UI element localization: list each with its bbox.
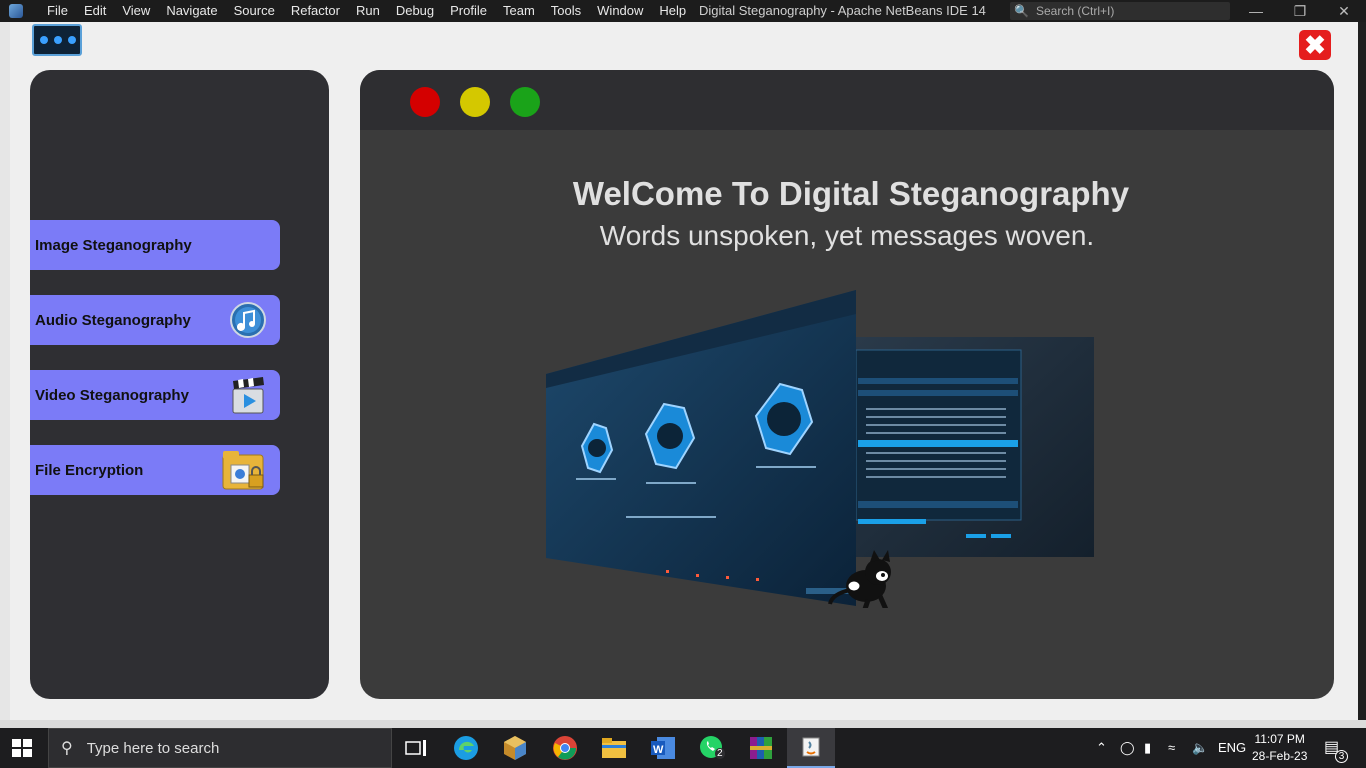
minimize-icon[interactable]: — bbox=[1234, 0, 1278, 22]
welcome-subheading: Words unspoken, yet messages woven. bbox=[599, 220, 1095, 251]
notifications-icon[interactable]: ▤ bbox=[1324, 728, 1339, 768]
clapperboard-icon bbox=[228, 375, 268, 415]
tray-chevron-icon[interactable]: ⌃ bbox=[1096, 728, 1107, 768]
red-dot-button[interactable] bbox=[410, 87, 440, 117]
restore-icon[interactable]: ❐ bbox=[1278, 0, 1322, 22]
taskbar-search-input[interactable]: ⚲ Type here to search bbox=[48, 728, 392, 768]
audio-steganography-label: Audio Steganography bbox=[35, 311, 191, 329]
app-logo-icon bbox=[32, 24, 82, 56]
video-steganography-label: Video Steganography bbox=[35, 386, 189, 404]
menu-navigate[interactable]: Navigate bbox=[158, 0, 225, 22]
app-preview-image bbox=[546, 290, 1094, 608]
java-app-icon[interactable] bbox=[787, 728, 835, 768]
main-header bbox=[360, 70, 1334, 130]
search-icon: ⚲ bbox=[61, 740, 73, 757]
language-indicator[interactable]: ENG bbox=[1218, 728, 1246, 768]
clock-date: 28-Feb-23 bbox=[1252, 749, 1308, 763]
menu-file[interactable]: File bbox=[39, 0, 76, 22]
taskbar-search-placeholder: Type here to search bbox=[86, 739, 220, 757]
ide-status-strip bbox=[0, 720, 1366, 728]
file-encryption-label: File Encryption bbox=[35, 461, 144, 479]
menu-edit[interactable]: Edit bbox=[76, 0, 114, 22]
video-steganography-button[interactable]: Video Steganography bbox=[30, 370, 280, 420]
ide-window-title: Digital Steganography - Apache NetBeans … bbox=[699, 3, 986, 18]
taskbar-clock[interactable]: 11:07 PM 28-Feb-23 bbox=[1252, 731, 1307, 765]
netbeans-taskbar-icon[interactable] bbox=[501, 734, 529, 762]
window-controls: — ❐ ✕ bbox=[1234, 0, 1366, 22]
chrome-browser-icon[interactable] bbox=[551, 734, 579, 762]
windows-start-icon[interactable] bbox=[12, 739, 32, 757]
menu-source[interactable]: Source bbox=[226, 0, 283, 22]
menu-tools[interactable]: Tools bbox=[543, 0, 589, 22]
clock-time: 11:07 PM bbox=[1254, 732, 1305, 746]
ide-menu-bar: File Edit View Navigate Source Refactor … bbox=[0, 0, 1366, 22]
ide-search-input[interactable]: 🔍 Search (Ctrl+I) bbox=[1010, 2, 1230, 20]
yellow-dot-button[interactable] bbox=[460, 87, 490, 117]
music-note-icon bbox=[228, 300, 268, 340]
ide-search-placeholder: Search (Ctrl+I) bbox=[1036, 4, 1115, 18]
image-steganography-button[interactable]: Image Steganography bbox=[30, 220, 280, 270]
edge-browser-icon[interactable] bbox=[452, 734, 480, 762]
menu-run[interactable]: Run bbox=[348, 0, 388, 22]
menu-view[interactable]: View bbox=[114, 0, 158, 22]
menu-debug[interactable]: Debug bbox=[388, 0, 442, 22]
battery-icon[interactable]: ▮ bbox=[1144, 728, 1151, 768]
menu-help[interactable]: Help bbox=[651, 0, 694, 22]
wifi-icon[interactable]: ≈ bbox=[1168, 728, 1175, 768]
volume-icon[interactable]: 🔈 bbox=[1192, 728, 1208, 768]
welcome-heading: WelCome To Digital Steganography bbox=[572, 175, 1130, 212]
file-encryption-button[interactable]: File Encryption bbox=[30, 445, 280, 495]
image-steganography-label: Image Steganography bbox=[35, 236, 192, 254]
search-icon: 🔍 bbox=[1014, 4, 1029, 18]
app-close-button[interactable]: ✖ bbox=[1299, 30, 1331, 60]
file-explorer-icon[interactable] bbox=[600, 734, 628, 762]
app-window: ✖ Image Steganography Audio Steganograph… bbox=[10, 22, 1358, 720]
winrar-icon[interactable] bbox=[747, 734, 775, 762]
main-panel: WelCome To Digital Steganography Words u… bbox=[360, 70, 1334, 699]
svg-text:W: W bbox=[653, 744, 664, 756]
sidebar: Image Steganography Audio Steganography … bbox=[30, 70, 329, 699]
green-dot-button[interactable] bbox=[510, 87, 540, 117]
menu-refactor[interactable]: Refactor bbox=[283, 0, 348, 22]
tray-meet-icon[interactable]: ◯ bbox=[1120, 728, 1135, 768]
whatsapp-icon[interactable]: 2 bbox=[698, 734, 726, 762]
window-close-icon[interactable]: ✕ bbox=[1322, 0, 1366, 22]
ide-menu: File Edit View Navigate Source Refactor … bbox=[39, 0, 694, 22]
ide-side-strip bbox=[0, 22, 10, 722]
windows-taskbar: ⚲ Type here to search W 2 ⌃ ◯ ▮ ≈ 🔈 ENG … bbox=[0, 728, 1366, 768]
notification-count: 3 bbox=[1335, 750, 1348, 763]
menu-profile[interactable]: Profile bbox=[442, 0, 495, 22]
audio-steganography-button[interactable]: Audio Steganography bbox=[30, 295, 280, 345]
word-app-icon[interactable]: W bbox=[649, 734, 677, 762]
netbeans-logo-icon bbox=[9, 4, 23, 18]
task-view-icon[interactable] bbox=[402, 734, 430, 762]
menu-team[interactable]: Team bbox=[495, 0, 543, 22]
whatsapp-badge: 2 bbox=[715, 748, 725, 759]
menu-window[interactable]: Window bbox=[589, 0, 651, 22]
folder-lock-icon bbox=[220, 446, 268, 494]
